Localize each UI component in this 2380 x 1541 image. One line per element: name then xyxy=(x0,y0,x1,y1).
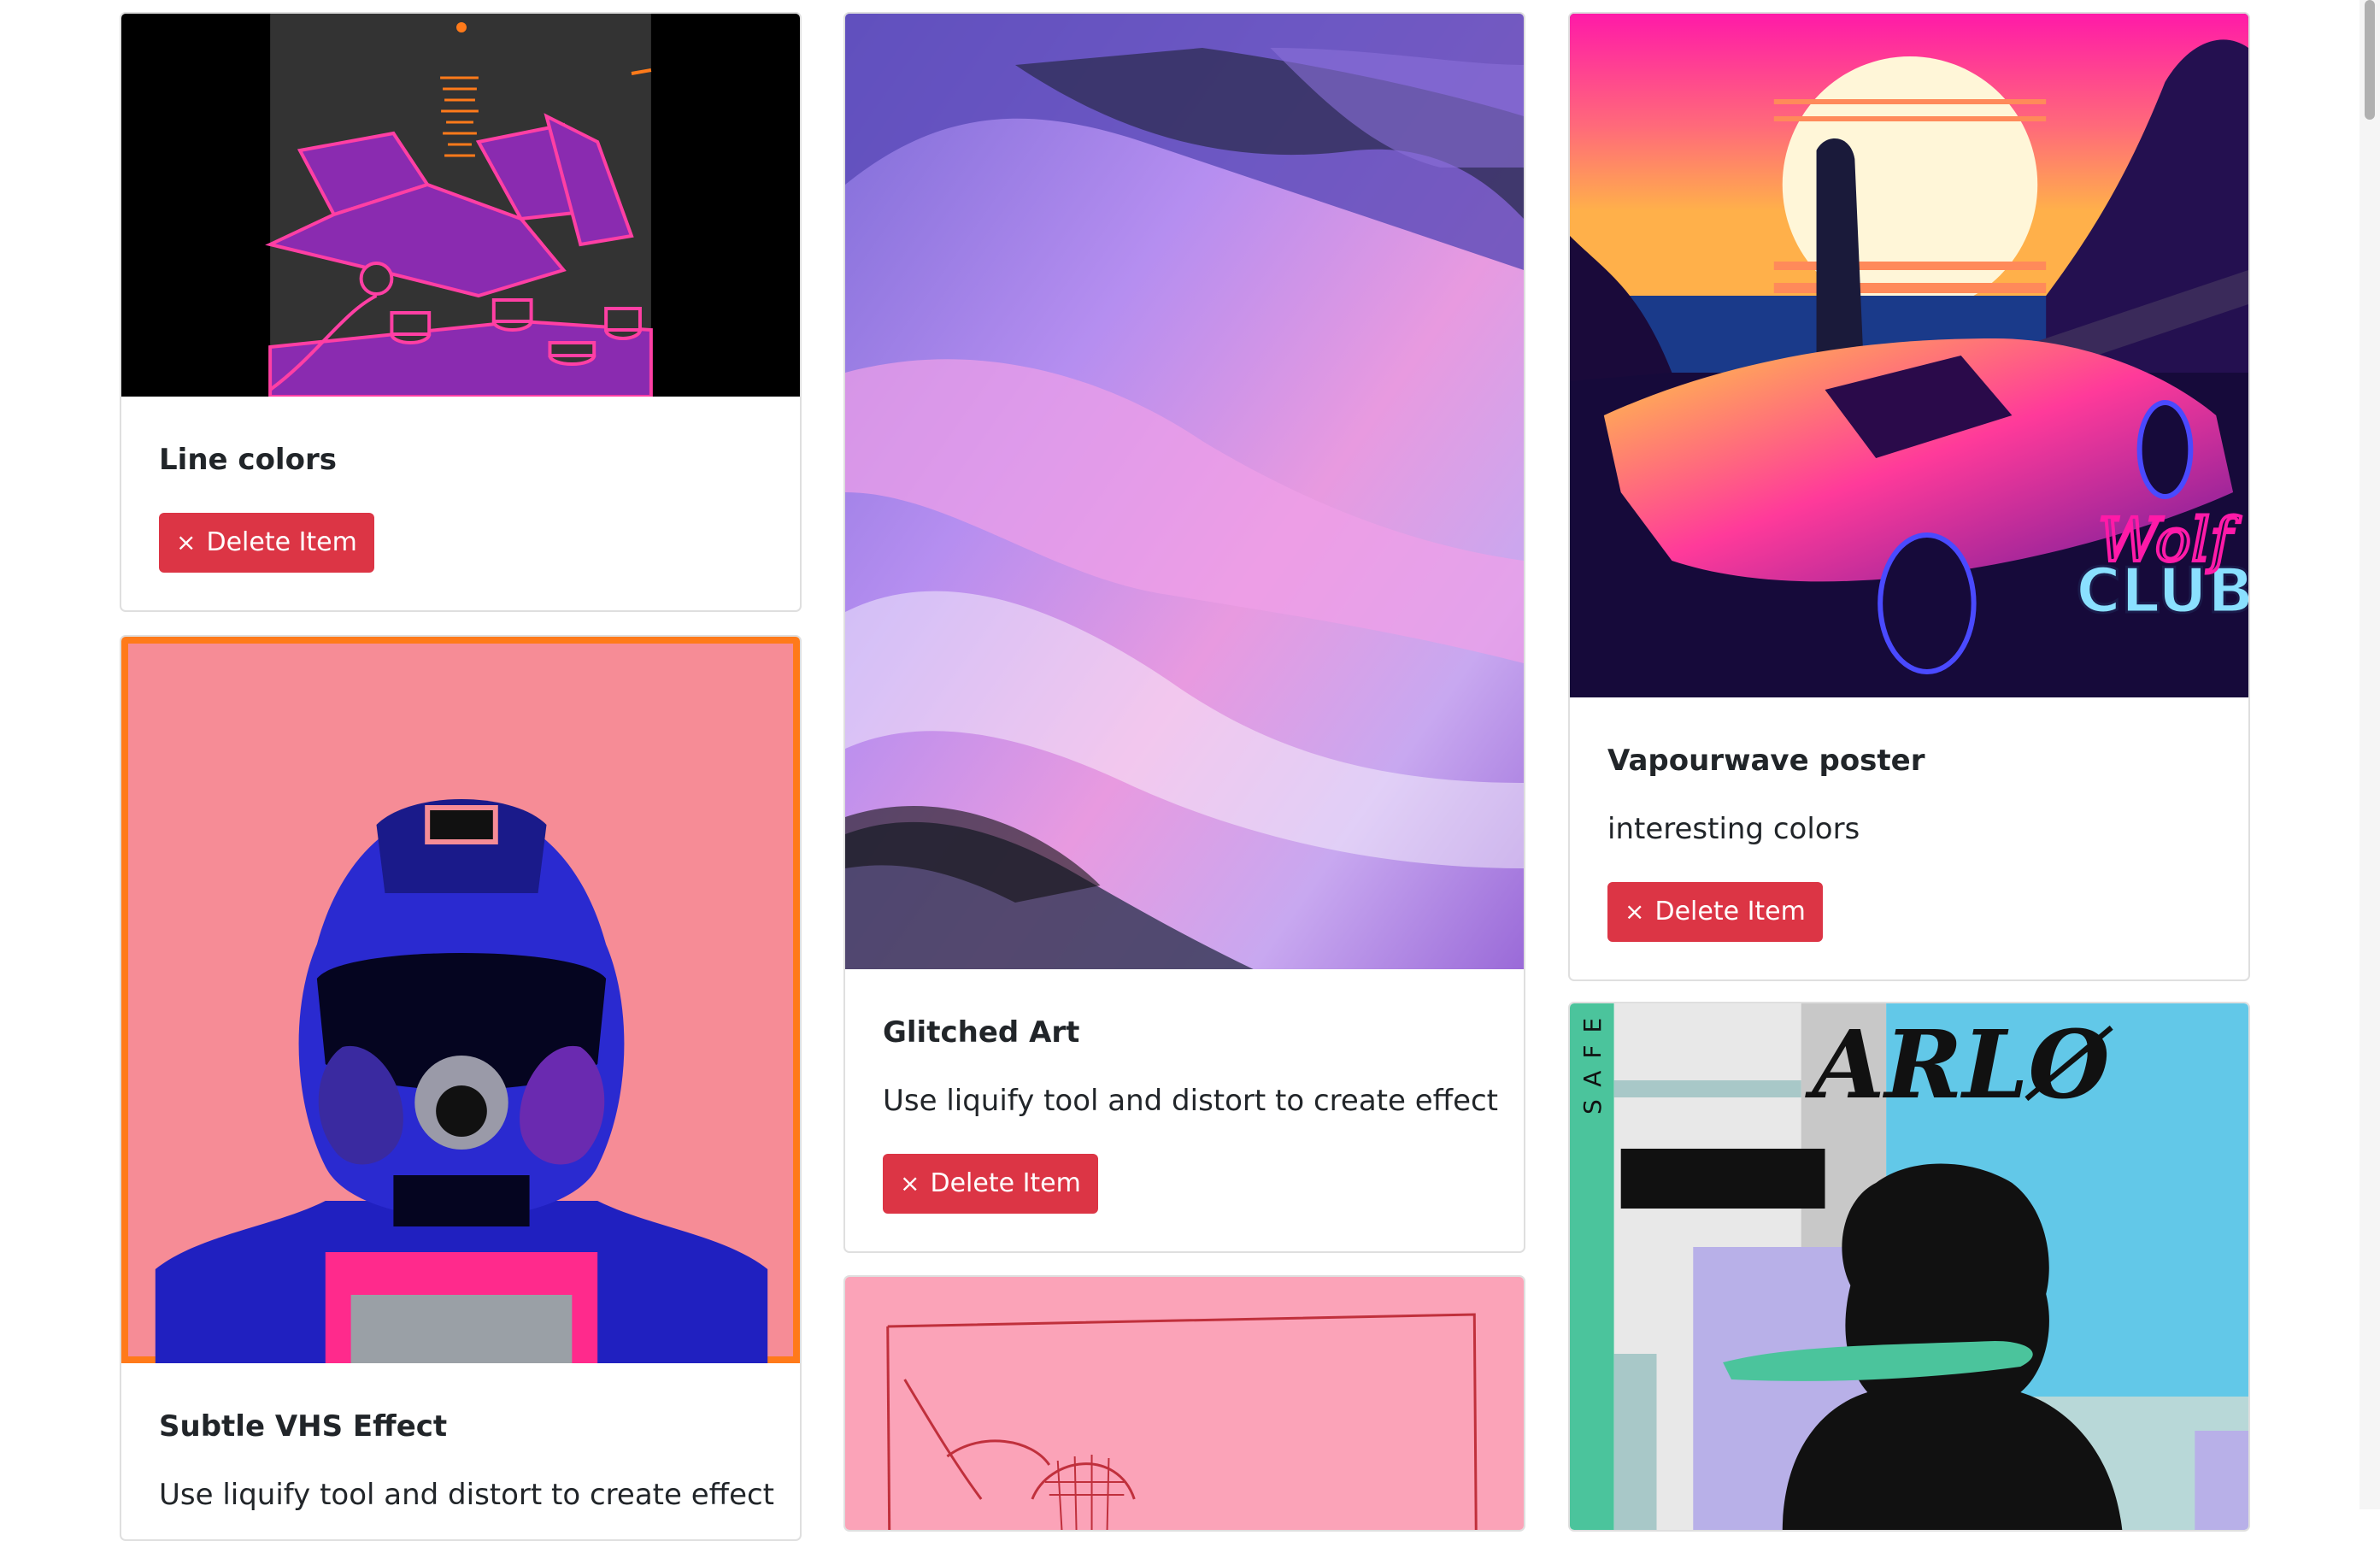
svg-text:SAFE: SAFE xyxy=(1578,1006,1607,1115)
card-title: Subtle VHS Effect xyxy=(159,1409,448,1444)
card-pink-line-drawing xyxy=(843,1275,1525,1532)
card-text: interesting colors xyxy=(1607,812,1860,846)
card-arlo-poster: SAFE ARLØ xyxy=(1568,1002,2250,1532)
card-text: Use liquify tool and distort to create e… xyxy=(159,1478,775,1512)
card-title: Line colors xyxy=(159,443,337,477)
close-icon: × xyxy=(900,1169,920,1197)
card-title: Vapourwave poster xyxy=(1607,744,1925,778)
card-subtle-vhs-effect: Subtle VHS Effect Use liquify tool and d… xyxy=(120,635,802,1541)
delete-item-label: Delete Item xyxy=(206,527,357,557)
close-icon: × xyxy=(176,528,197,556)
card-image xyxy=(845,14,1524,969)
card-text: Use liquify tool and distort to create e… xyxy=(883,1084,1499,1118)
delete-item-button[interactable]: × Delete Item xyxy=(883,1154,1098,1214)
card-glitched-art: Glitched Art Use liquify tool and distor… xyxy=(843,12,1525,1253)
card-image: SAFE ARLØ xyxy=(1570,1003,2248,1530)
card-image xyxy=(121,14,800,397)
card-image xyxy=(845,1277,1524,1530)
close-icon: × xyxy=(1625,897,1645,926)
card-image xyxy=(121,637,800,1363)
card-vapourwave-poster: CLUB Wolf Vapourwave poster interesting … xyxy=(1568,12,2250,981)
delete-item-label: Delete Item xyxy=(930,1168,1081,1198)
delete-item-label: Delete Item xyxy=(1654,897,1806,926)
card-line-colors: Line colors × Delete Item xyxy=(120,12,802,612)
card-image: CLUB Wolf xyxy=(1570,14,2248,697)
card-title: Glitched Art xyxy=(883,1015,1080,1050)
delete-item-button[interactable]: × Delete Item xyxy=(159,513,374,573)
vertical-scrollbar[interactable] xyxy=(2359,0,2380,1509)
svg-text:Wolf: Wolf xyxy=(2098,506,2242,575)
delete-item-button[interactable]: × Delete Item xyxy=(1607,882,1823,942)
scrollbar-thumb[interactable] xyxy=(2365,0,2375,120)
svg-text:ARLØ: ARLØ xyxy=(1805,1009,2114,1120)
